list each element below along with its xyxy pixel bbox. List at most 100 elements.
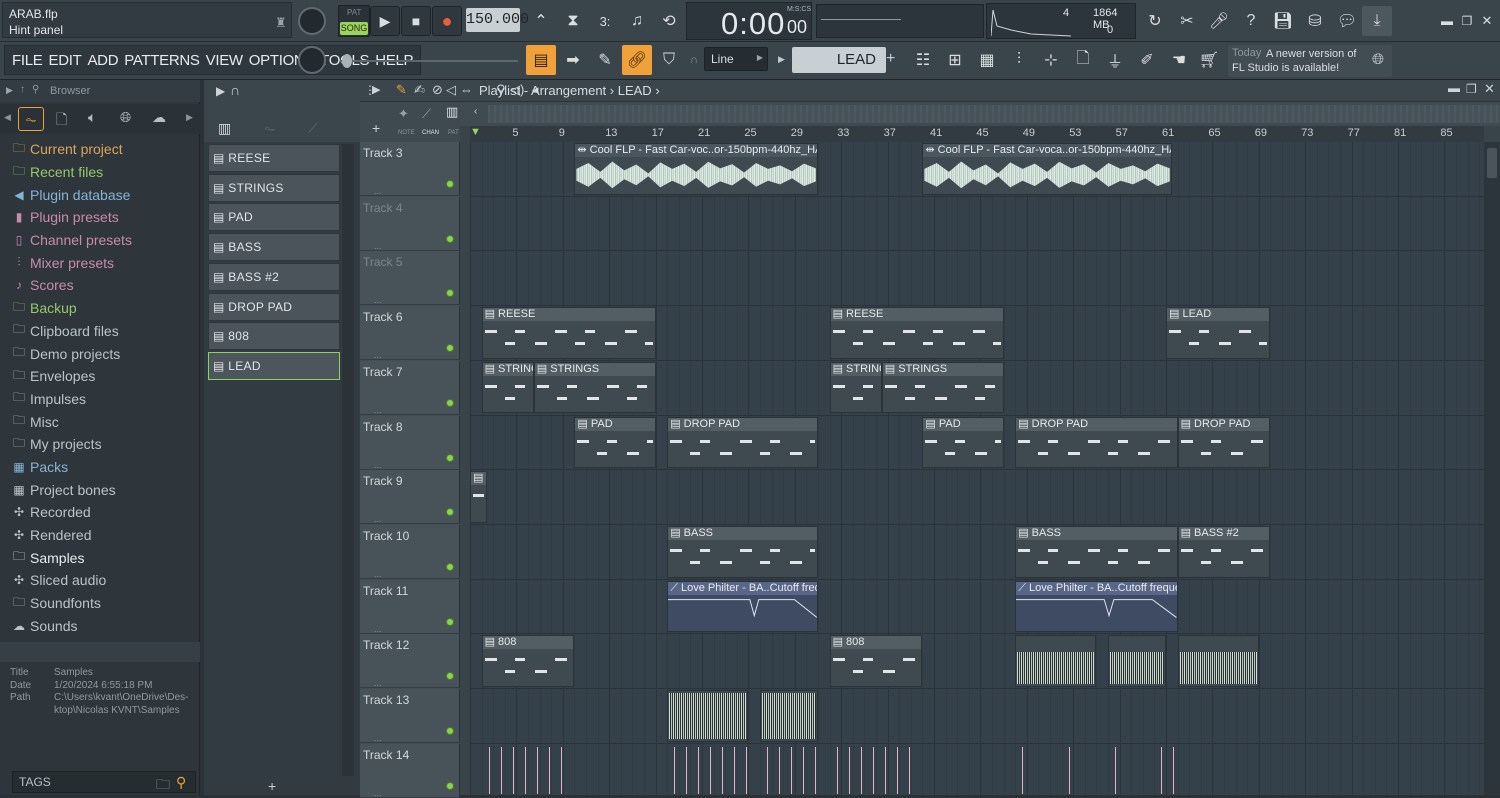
news-panel[interactable]: Today A newer version of FL Studio is av… — [1228, 45, 1392, 77]
restore-icon[interactable]: ❐ — [1458, 6, 1476, 36]
playlist-maximize-icon[interactable]: ❐ — [1466, 82, 1477, 96]
paint-tool-icon[interactable]: ✍ — [414, 82, 425, 98]
pat-view-icon[interactable]: ▥ — [446, 104, 458, 120]
browser-item[interactable]: 🗀 Impulses — [10, 388, 196, 411]
playlist-clip[interactable]: ▤ REESE — [481, 307, 656, 359]
playlist-clip[interactable]: ▤ STRINGS — [533, 361, 656, 414]
plug-icon[interactable]: ⏚ — [1100, 45, 1130, 75]
kick-clip[interactable] — [667, 745, 748, 795]
track-header[interactable]: Track 3... — [360, 142, 460, 196]
time-display[interactable]: 0:00 00 M:S:CS — [686, 2, 812, 41]
playlist-clip[interactable]: ▤ LEAD — [1166, 307, 1271, 359]
audio-tab-icon[interactable]: 🔈︎ — [88, 109, 96, 126]
patterns-tab-icon[interactable]: ▥ — [218, 120, 231, 137]
playlist-clip[interactable] — [760, 690, 818, 742]
browser-item[interactable]: ▦ Project bones — [10, 478, 196, 501]
note-view-icon[interactable]: ✦ — [398, 106, 409, 122]
browser-tab-next[interactable]: ▶ — [186, 112, 193, 123]
close-icon[interactable]: ✕ — [1478, 6, 1496, 36]
add-track-icon[interactable]: + — [372, 120, 380, 136]
menu-view[interactable]: VIEW — [206, 52, 243, 69]
browser-item[interactable]: ▯ Channel presets — [10, 229, 196, 252]
browser-item[interactable]: ▮ Plugin presets — [10, 206, 196, 229]
playlist-clip[interactable]: ⇹ Cool FLP - Fast Car-voca..or-150bpm-44… — [922, 143, 1172, 195]
playlist-clip[interactable]: ▤ BASS — [1015, 525, 1178, 578]
pattern-selector[interactable]: LEAD — [792, 47, 886, 73]
all-tab-icon[interactable]: ⏦ — [18, 107, 44, 131]
browser-item[interactable]: 🗀 My projects — [10, 433, 196, 456]
mixer-icon[interactable]: ☷ — [908, 45, 938, 75]
track-mute-led[interactable] — [446, 234, 454, 243]
browser-item[interactable]: 🗀 Current project — [10, 138, 196, 161]
track-mute-led[interactable] — [446, 672, 454, 681]
pattern-item[interactable]: ▤ BASS #2 — [208, 262, 340, 291]
automation-tab-icon[interactable]: ⟋ — [308, 120, 318, 137]
browser-pin-icon[interactable]: ⚲ — [32, 84, 39, 95]
metronome-icon[interactable]: ⌃ — [526, 6, 556, 36]
browser-item[interactable]: ☁ Sounds — [10, 614, 196, 637]
track-menu-icon[interactable]: ... — [374, 241, 382, 251]
kick-clip[interactable] — [760, 745, 818, 795]
master-slider[interactable] — [340, 54, 518, 68]
pattern-item[interactable]: ▤ STRINGS — [208, 173, 340, 202]
browser-item[interactable]: 🗀 Soundfonts — [10, 592, 196, 615]
menu-patterns[interactable]: PATTERNS — [124, 52, 200, 69]
playlist-clip[interactable]: ▤ REESE — [829, 307, 1004, 359]
browser-item[interactable]: 🗀 Envelopes — [10, 365, 196, 388]
browser-item[interactable]: ▦ Packs — [10, 456, 196, 479]
track-mute-led[interactable] — [446, 398, 454, 407]
microphone-icon[interactable]: 🎤︎ — [1204, 6, 1234, 36]
mute-tool-icon[interactable]: ◁ — [446, 82, 456, 98]
search-icon[interactable]: ⚲ — [176, 774, 186, 791]
track-header[interactable]: Track 14... — [360, 743, 460, 798]
menu-edit[interactable]: EDIT — [48, 52, 81, 69]
cloud-tab-icon[interactable]: ☁ — [152, 109, 166, 126]
pattern-item[interactable]: ▤ LEAD — [208, 351, 340, 380]
kick-clip[interactable] — [830, 745, 923, 795]
playlist-clip[interactable]: ⟋ Love Philter - BA..Cutoff frequency — [667, 580, 818, 633]
track-menu-icon[interactable]: ... — [374, 569, 382, 579]
browser-options-icon[interactable]: ▶ — [6, 85, 13, 96]
track-mute-led[interactable] — [446, 453, 454, 462]
cut-icon[interactable]: ✂ — [1172, 6, 1202, 36]
browser-item[interactable]: 🗀 Clipboard files — [10, 320, 196, 343]
track-menu-icon[interactable]: ... — [374, 350, 382, 360]
menu-file[interactable]: FILE — [12, 52, 43, 69]
stop-button[interactable]: ■ — [401, 6, 431, 36]
magnet-icon[interactable]: ∩ — [690, 54, 698, 66]
arrangement-grid[interactable]: ⇹ Cool FLP - Fast Car-voc..or-150bpm-440… — [470, 142, 1484, 795]
browser-item[interactable]: ◀ Plugin database — [10, 183, 196, 206]
playlist-clip[interactable]: ⇹ Cool FLP - Fast Car-voc..or-150bpm-440… — [574, 143, 818, 195]
track-menu-icon[interactable]: ... — [374, 733, 382, 743]
kick-clip[interactable] — [1062, 745, 1074, 795]
playlist-minimize-icon[interactable]: ▬ — [1448, 81, 1460, 95]
track-mute-led[interactable] — [446, 617, 454, 626]
playlist-clip[interactable]: ▤ PAD — [574, 416, 656, 469]
step-edit-icon[interactable]: ♫ — [622, 6, 652, 36]
playlist-clip[interactable]: ▤ DROP PAD — [667, 416, 818, 469]
track-menu-icon[interactable]: ... — [374, 514, 382, 524]
track-header[interactable]: Track 7... — [360, 360, 460, 415]
wait-record-icon[interactable]: ⧗ — [558, 6, 588, 36]
browser-item[interactable]: ⫶ Mixer presets — [10, 251, 196, 274]
master-pitch-knob[interactable] — [298, 46, 326, 74]
track-header[interactable]: Track 10... — [360, 524, 460, 579]
track-header[interactable]: Track 9... — [360, 470, 460, 525]
timeline-ruler[interactable]: ▼ 5 9 13 17 21 25 29 33 37 41 45 49 53 57 61 65 69 73 77 81 8… — [470, 126, 1484, 142]
arrow-icon[interactable]: ➡ — [558, 45, 588, 75]
browser-up-icon[interactable]: ↑ — [20, 84, 25, 95]
chan-view-icon[interactable]: ⟋ — [422, 106, 431, 122]
files-tab-icon[interactable]: 🗋 — [56, 109, 67, 133]
web-tab-icon[interactable]: 🌐︎ — [120, 109, 131, 126]
track-mute-led[interactable] — [446, 289, 454, 298]
pattern-prev-arrow[interactable]: ▶ — [778, 48, 790, 70]
track-menu-icon[interactable]: ... — [374, 295, 382, 305]
playlist-clip[interactable]: ▤ DROP PAD — [1177, 416, 1271, 469]
track-header[interactable]: Track 8... — [360, 415, 460, 470]
track-mute-led[interactable] — [446, 344, 454, 353]
track-menu-icon[interactable]: ... — [374, 788, 382, 798]
playlist-view-icon[interactable]: ▤ — [526, 45, 556, 75]
pattern-item[interactable]: ▤ DROP PAD — [208, 292, 340, 321]
playlist-close-icon[interactable]: ✕ — [1484, 81, 1495, 97]
playlist-clip[interactable] — [1177, 635, 1259, 687]
